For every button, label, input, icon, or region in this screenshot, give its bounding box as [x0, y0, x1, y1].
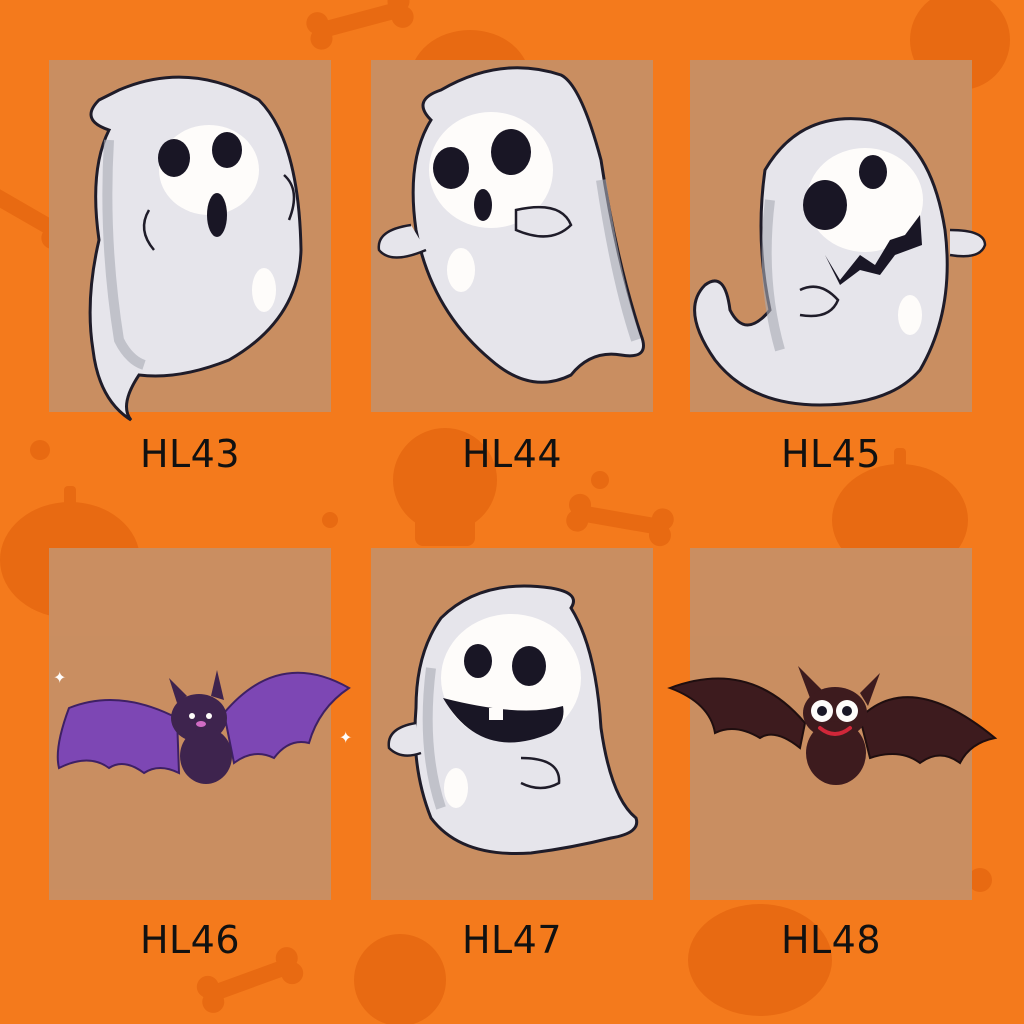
ghost-skull-icon	[377, 66, 645, 384]
purple-bat-icon: ✦ ✦	[53, 668, 352, 784]
item-code-label: HL48	[780, 918, 882, 962]
ghost-jagged-grin-icon	[693, 117, 987, 407]
item-card-hl46: ✦ ✦	[49, 548, 352, 900]
item-code-label: HL43	[139, 432, 241, 476]
dark-bat-icon	[667, 666, 998, 785]
svg-text:✦: ✦	[339, 728, 352, 747]
item-code-label: HL47	[461, 918, 563, 962]
bone-icon	[306, 0, 414, 50]
item-card-hl48	[667, 548, 998, 900]
ghost-happy-icon	[387, 584, 639, 856]
item-code-label: HL45	[780, 432, 882, 476]
bone-icon	[566, 493, 674, 547]
item-card-hl45	[690, 60, 987, 412]
ghost-surprised-icon	[88, 75, 303, 422]
item-card-hl47	[371, 548, 653, 900]
item-card-hl43	[49, 60, 331, 422]
item-code-label: HL44	[461, 432, 563, 476]
item-card-hl44	[371, 60, 653, 412]
svg-text:✦: ✦	[53, 668, 66, 687]
item-code-label: HL46	[139, 918, 241, 962]
